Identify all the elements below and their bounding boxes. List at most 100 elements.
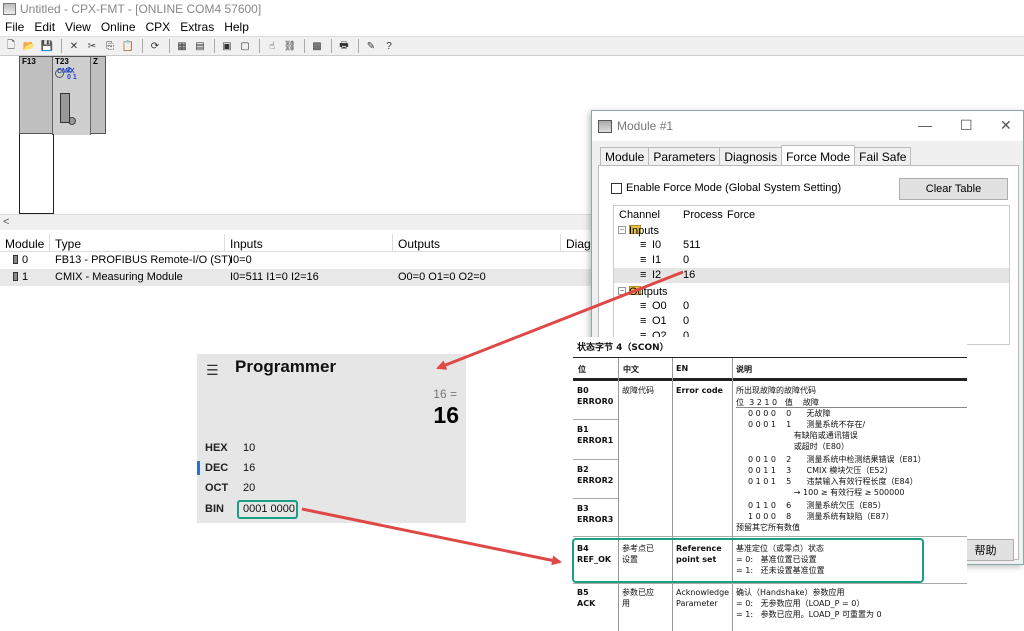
print-icon[interactable]: 🖶 bbox=[336, 39, 352, 53]
process-value: 0 bbox=[683, 300, 690, 312]
table-row[interactable]: 0 bbox=[8, 252, 33, 269]
wizard-icon[interactable]: ✎ bbox=[363, 39, 379, 53]
hamburger-menu-icon[interactable]: ☰ bbox=[206, 362, 219, 379]
pointer-icon[interactable]: ☝ bbox=[264, 39, 280, 53]
tab-force-mode[interactable]: Force Mode bbox=[781, 145, 856, 165]
close-icon[interactable]: ✕ bbox=[1000, 117, 1012, 134]
toolbar-separator bbox=[259, 39, 260, 53]
calculator-expression: 16 = bbox=[433, 387, 457, 401]
menu-extras[interactable]: Extras bbox=[175, 20, 219, 34]
code-line: 0 0 0 0 0 无故障 bbox=[748, 409, 831, 418]
slot-value: 0 bbox=[67, 74, 71, 81]
reserved-note: 预留其它所有数值 bbox=[736, 523, 800, 532]
clear-table-button[interactable]: Clear Table bbox=[899, 178, 1008, 200]
save-icon[interactable]: 💾 bbox=[39, 39, 55, 53]
main-title-bar: Untitled - CPX-FMT - [ONLINE COM4 57600] bbox=[0, 0, 1024, 18]
cpx-terminal-graphic[interactable]: F13 T23 CMIX 2 0 1 Z bbox=[19, 56, 106, 135]
tab-module[interactable]: Module bbox=[600, 147, 650, 165]
module-config-icon[interactable]: ▦ bbox=[174, 39, 190, 53]
process-value: 511 bbox=[683, 239, 701, 251]
column-header-inputs[interactable]: Inputs bbox=[225, 234, 393, 252]
b0-desc: 所出现故障的故障代码 bbox=[736, 386, 816, 395]
column-header-outputs[interactable]: Outputs bbox=[393, 234, 561, 252]
toolbar-separator bbox=[214, 39, 215, 53]
slot-label: F13 bbox=[22, 57, 36, 66]
maximize-icon[interactable]: ☐ bbox=[960, 117, 973, 134]
column-header-force: Force bbox=[727, 209, 756, 221]
open-folder-icon[interactable]: 📂 bbox=[21, 39, 37, 53]
module-icon bbox=[13, 272, 18, 281]
tree-row-i0[interactable]: ≡ I0 511 bbox=[614, 238, 1009, 253]
cut-icon[interactable]: ✂ bbox=[84, 39, 100, 53]
table-row[interactable]: 1 bbox=[8, 269, 33, 286]
tab-parameters[interactable]: Parameters bbox=[648, 147, 721, 165]
copy-icon[interactable]: ⎘ bbox=[102, 39, 118, 53]
base-value-dec: 16 bbox=[243, 462, 256, 474]
b0-cn: 故障代码 bbox=[622, 386, 654, 395]
module-list-icon[interactable]: ▤ bbox=[192, 39, 208, 53]
checkbox-box[interactable] bbox=[611, 182, 622, 194]
column-header-type[interactable]: Type bbox=[50, 234, 225, 252]
calculator-icon[interactable]: ▩ bbox=[309, 39, 325, 53]
menu-edit[interactable]: Edit bbox=[29, 20, 60, 34]
paste-icon[interactable]: 📋 bbox=[120, 39, 136, 53]
column-divider bbox=[618, 358, 619, 631]
code-line: 0 1 0 1 5 违禁输入有效行程长度（E84） bbox=[748, 477, 918, 486]
toolbar: 🗋 📂 💾 ✕ ✂ ⎘ 📋 ⟳ ▦ ▤ ▣ ▢ ☝ ⛓ ▩ 🖶 ✎ ? bbox=[0, 36, 1024, 56]
process-value: 0 bbox=[683, 315, 690, 327]
enable-force-mode-checkbox[interactable]: Enable Force Mode (Global System Setting… bbox=[611, 182, 841, 194]
toolbar-separator bbox=[142, 39, 143, 53]
channel-icon: ≡ bbox=[640, 269, 647, 281]
online-icon[interactable]: ▣ bbox=[219, 39, 235, 53]
offline-icon[interactable]: ▢ bbox=[237, 39, 253, 53]
tree-row-i1[interactable]: ≡ I1 0 bbox=[614, 253, 1009, 268]
minimize-icon[interactable]: — bbox=[918, 117, 932, 133]
slot-label: T23 bbox=[55, 57, 69, 66]
status-byte-table: 状态字节 4（SCON） 位 中文 EN 说明 B0 ERROR0 故障代码 Er… bbox=[568, 337, 967, 631]
base-label-hex[interactable]: HEX bbox=[205, 442, 228, 454]
base-label-dec[interactable]: DEC bbox=[205, 462, 228, 474]
column-header-process: Process bbox=[683, 209, 723, 221]
tree-node-outputs[interactable]: − Outputs bbox=[614, 284, 1009, 299]
b5-en: Acknowledge Parameter bbox=[676, 588, 730, 608]
tree-node-inputs[interactable]: − Inputs bbox=[614, 223, 1009, 238]
base-value-hex: 10 bbox=[243, 442, 256, 454]
slot-t23[interactable]: T23 CMIX 2 0 1 bbox=[53, 57, 91, 135]
tab-diagnosis[interactable]: Diagnosis bbox=[719, 147, 783, 165]
menu-view[interactable]: View bbox=[60, 20, 96, 34]
cell-type: CMIX - Measuring Module bbox=[55, 271, 183, 283]
code-line: → 100 ≥ 有效行程 ≥ 500000 bbox=[748, 488, 905, 497]
toolbar-separator bbox=[169, 39, 170, 53]
menu-online[interactable]: Online bbox=[96, 20, 141, 34]
window-title: Untitled - CPX-FMT - [ONLINE COM4 57600] bbox=[20, 2, 262, 16]
scroll-left-icon[interactable]: < bbox=[3, 216, 9, 228]
channel-name: I2 bbox=[652, 269, 662, 281]
cell-outputs: O0=0 O1=0 O2=0 bbox=[398, 271, 486, 283]
collapse-icon[interactable]: − bbox=[618, 287, 626, 295]
row-divider bbox=[573, 536, 967, 537]
tab-fail-safe[interactable]: Fail Safe bbox=[854, 147, 912, 165]
slot-z[interactable]: Z bbox=[91, 57, 106, 135]
header-cn: 中文 bbox=[623, 365, 639, 374]
base-label-bin[interactable]: BIN bbox=[205, 503, 224, 515]
bit-b0: B0 ERROR0 bbox=[577, 386, 614, 406]
dialog-tabs: Module Parameters Diagnosis Force Mode F… bbox=[600, 145, 912, 165]
new-file-icon[interactable]: 🗋 bbox=[3, 39, 19, 53]
column-header-module[interactable]: Module bbox=[0, 234, 50, 252]
tree-row-i2[interactable]: ≡ I2 16 bbox=[614, 268, 1009, 283]
base-label-oct[interactable]: OCT bbox=[205, 482, 228, 494]
tree-row-o1[interactable]: ≡ O1 0 bbox=[614, 314, 1009, 329]
help-context-icon[interactable]: ? bbox=[381, 39, 397, 53]
slot-f13[interactable]: F13 bbox=[20, 57, 53, 135]
channel-icon: ≡ bbox=[640, 315, 647, 327]
delete-icon[interactable]: ✕ bbox=[66, 39, 82, 53]
column-divider bbox=[672, 358, 673, 631]
link-icon[interactable]: ⛓ bbox=[282, 39, 298, 53]
menu-cpx[interactable]: CPX bbox=[141, 20, 176, 34]
calculator-title: Programmer bbox=[235, 357, 337, 376]
menu-file[interactable]: File bbox=[0, 20, 29, 34]
collapse-icon[interactable]: − bbox=[618, 226, 626, 234]
refresh-icon[interactable]: ⟳ bbox=[147, 39, 163, 53]
tree-row-o0[interactable]: ≡ O0 0 bbox=[614, 299, 1009, 314]
menu-help[interactable]: Help bbox=[219, 20, 254, 34]
